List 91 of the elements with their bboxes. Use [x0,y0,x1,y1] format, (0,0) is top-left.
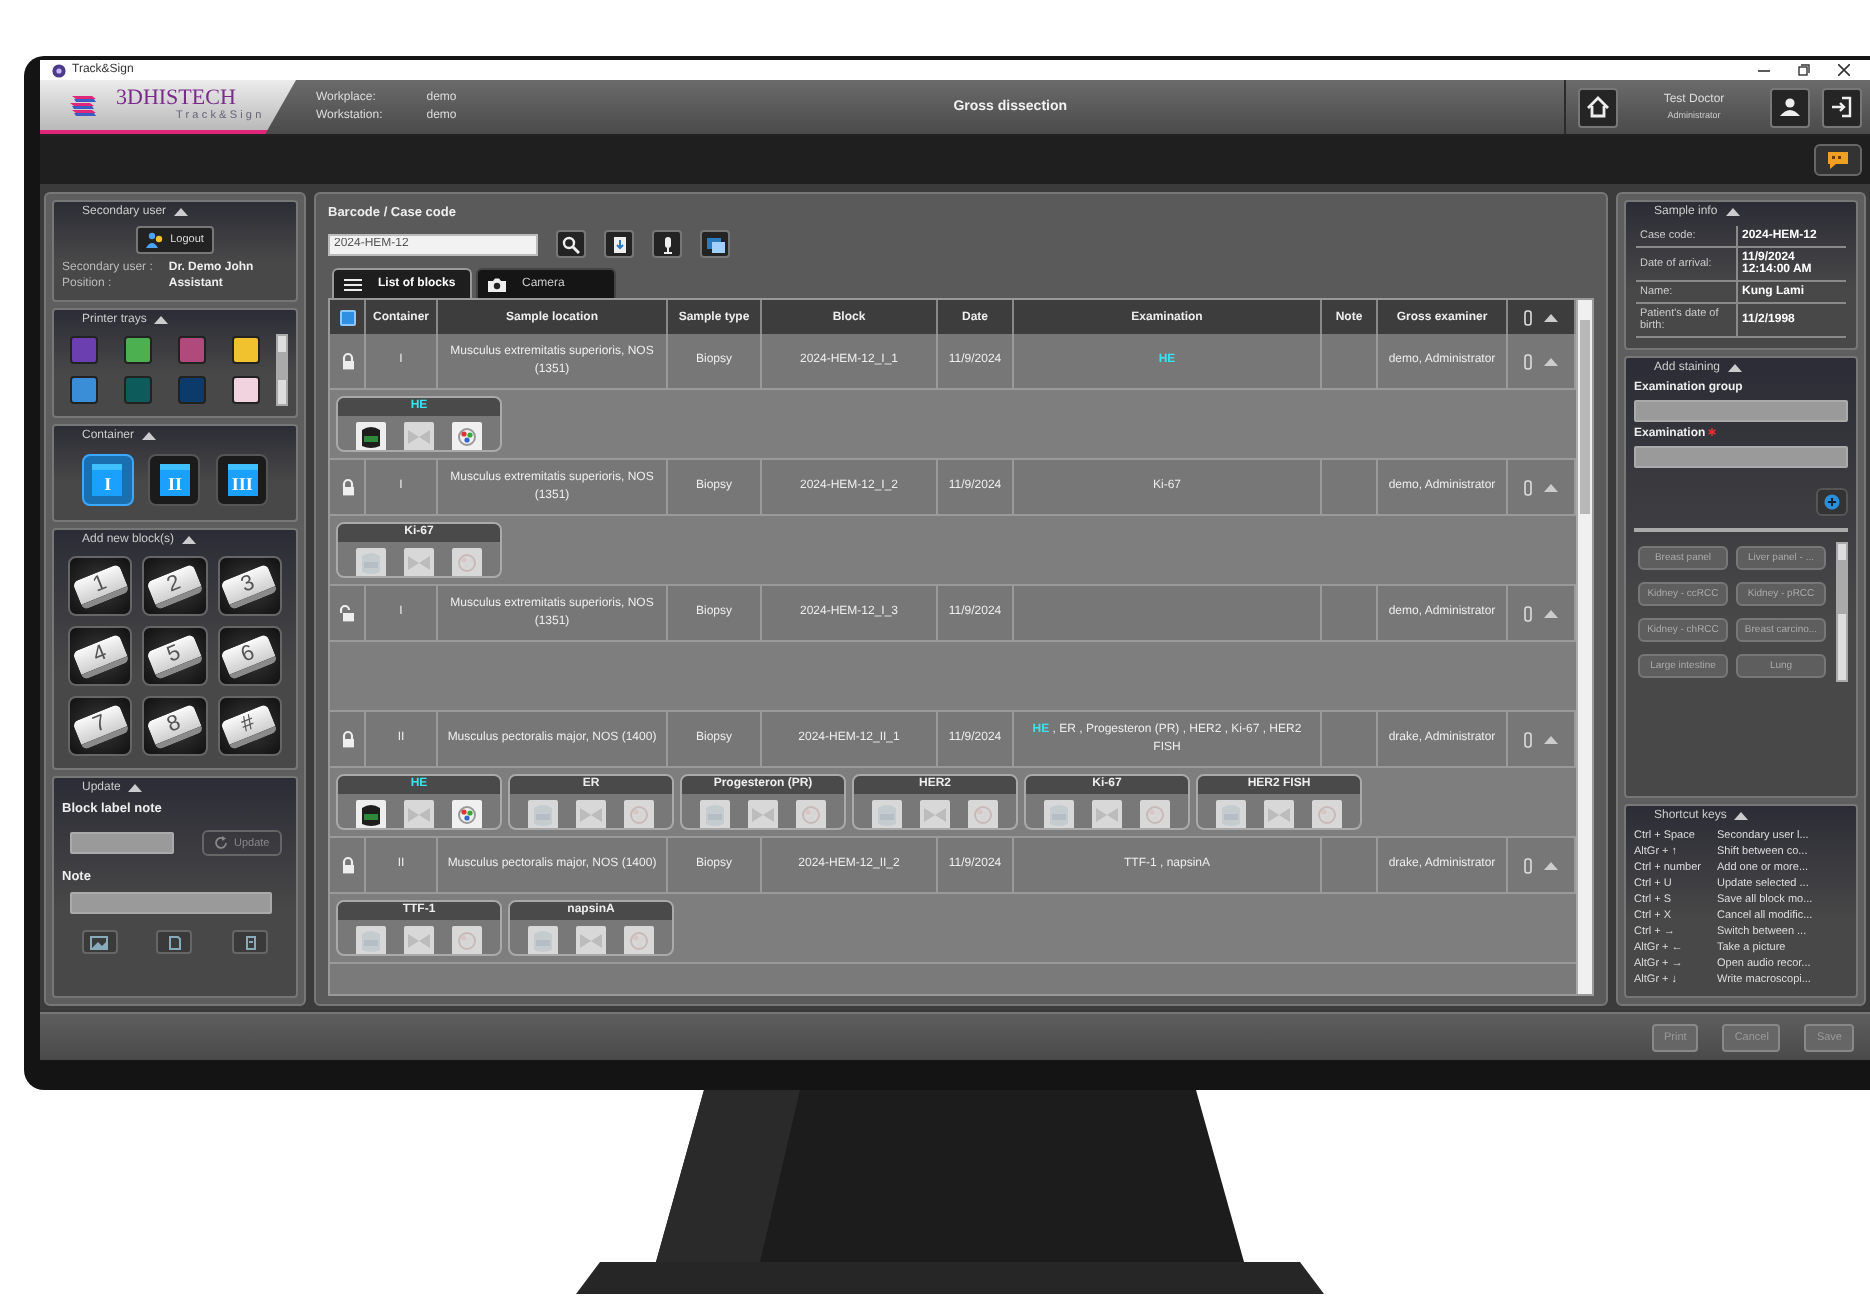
caret-icon[interactable] [1728,364,1743,372]
printer-tray-button[interactable] [232,336,260,364]
home-icon [1586,96,1610,118]
scrollbar[interactable] [276,334,288,406]
scrollbar[interactable] [1576,300,1592,994]
printer-tray-button[interactable] [70,376,98,404]
add-block-button[interactable]: 3 [217,556,282,616]
download-document-icon [611,235,627,253]
camera-icon [488,277,506,291]
bowtie-icon[interactable] [1091,800,1122,828]
palette-icon[interactable] [796,800,827,828]
add-block-button[interactable]: # [217,696,282,756]
stainer-icon[interactable] [355,800,386,828]
palette-icon[interactable] [624,926,655,954]
list-icon [344,277,362,291]
add-block-button[interactable]: 2 [142,556,208,616]
palette-icon[interactable] [452,926,483,954]
add-block-button[interactable]: 6 [217,626,282,686]
close-icon[interactable] [1838,64,1850,76]
stainer-icon[interactable] [355,422,386,450]
input-field[interactable] [70,832,174,854]
document-icon [165,935,184,949]
picture-button[interactable] [700,230,730,258]
bowtie-icon[interactable] [403,800,434,828]
bowtie-icon[interactable] [1263,800,1294,828]
scrollbar[interactable] [1836,542,1848,682]
label-button[interactable] [232,930,269,954]
add-block-button[interactable]: 1 [68,556,133,616]
search-button[interactable] [556,230,586,258]
palette-icon[interactable] [1312,800,1343,828]
plus-icon [1824,494,1840,510]
chat-button[interactable] [1814,144,1862,176]
add-block-button[interactable]: 8 [142,696,208,756]
caret-icon[interactable] [174,208,189,216]
lock-icon[interactable] [339,856,355,874]
unlocked-lock-icon[interactable] [339,604,355,622]
caret-icon[interactable] [1725,208,1740,216]
logo-text: 3DHISTECH [116,88,238,110]
bowtie-icon[interactable] [403,926,434,954]
bowtie-icon[interactable] [575,926,606,954]
printer-tray-button[interactable] [124,336,152,364]
chat-icon [1826,150,1850,170]
add-block-button[interactable]: 5 [142,626,208,686]
caret-icon[interactable] [182,536,197,544]
label-icon [241,935,260,949]
refresh-icon [214,836,228,850]
palette-icon[interactable] [624,800,655,828]
add-block-button[interactable]: 4 [68,626,133,686]
bowtie-icon[interactable] [403,422,434,450]
minimize-icon[interactable] [1758,64,1770,76]
search-icon [562,235,580,253]
bowtie-icon[interactable] [919,800,950,828]
input-field[interactable] [1634,400,1848,422]
input-field[interactable] [1634,446,1848,468]
bowtie-icon[interactable] [403,548,434,576]
user-icon [1778,96,1802,118]
palette-icon[interactable] [968,800,999,828]
caret-icon[interactable] [128,784,143,792]
document-button[interactable] [604,230,634,258]
bowtie-icon[interactable] [575,800,606,828]
user-button[interactable] [1770,87,1810,127]
app-icon [52,63,66,77]
bowtie-icon[interactable] [747,800,778,828]
pictures-icon [705,235,725,253]
tube-icon[interactable] [1524,309,1532,325]
palette-icon[interactable] [452,422,483,450]
lock-icon[interactable] [339,478,355,496]
caret-icon[interactable] [154,316,169,324]
palette-icon[interactable] [1140,800,1171,828]
users-icon [146,232,165,248]
microphone-icon [659,235,675,253]
palette-icon[interactable] [452,800,483,828]
caret-icon[interactable] [1544,313,1558,321]
select-all-checkbox[interactable] [339,309,355,325]
logo-icon [68,93,100,117]
exit-icon [1830,96,1854,118]
logout-button[interactable] [1822,87,1862,127]
add-button[interactable] [1816,488,1848,516]
input-field[interactable] [70,892,272,914]
image-button[interactable] [81,930,118,954]
caret-icon[interactable] [142,432,157,440]
lock-icon[interactable] [339,352,355,370]
lock-icon[interactable] [339,730,355,748]
home-button[interactable] [1578,87,1618,127]
picture-icon [90,935,109,949]
microphone-button[interactable] [652,230,682,258]
add-block-button[interactable]: 7 [68,696,133,756]
caret-icon[interactable] [1734,812,1749,820]
printer-tray-button[interactable] [232,376,260,404]
palette-icon[interactable] [452,548,483,576]
maximize-icon[interactable] [1798,64,1810,76]
